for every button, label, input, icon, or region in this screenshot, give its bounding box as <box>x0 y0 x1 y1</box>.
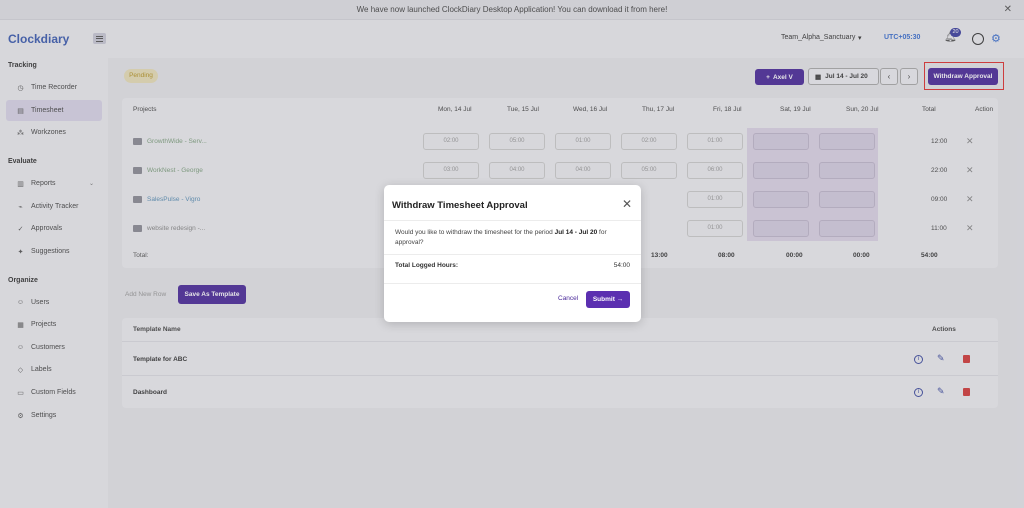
submit-button[interactable]: Submit → <box>586 291 630 308</box>
logged-hours-value: 54:00 <box>613 262 630 269</box>
divider <box>384 283 641 284</box>
dialog-title: Withdraw Timesheet Approval <box>392 200 528 211</box>
dialog-message: Would you like to withdraw the timesheet… <box>395 229 607 246</box>
cancel-button[interactable]: Cancel <box>558 295 578 302</box>
withdraw-approval-dialog: Withdraw Timesheet Approval ✕ Would you … <box>384 185 641 322</box>
divider <box>384 254 641 255</box>
divider <box>384 220 641 221</box>
close-icon[interactable]: ✕ <box>622 197 632 211</box>
logged-hours-label: Total Logged Hours: <box>395 262 459 269</box>
